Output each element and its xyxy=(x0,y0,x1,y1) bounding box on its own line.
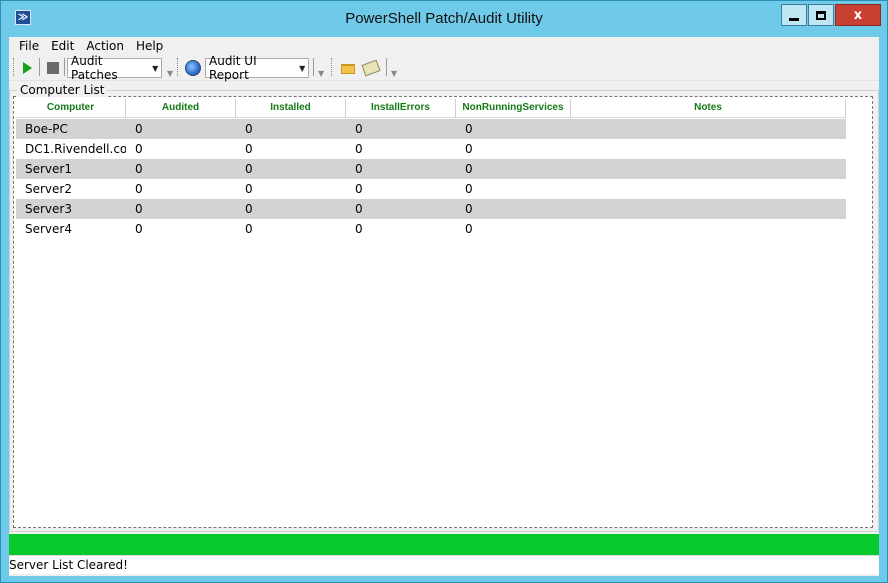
cell-installerrors[interactable]: 0 xyxy=(346,139,456,159)
cell-installed[interactable]: 0 xyxy=(236,179,346,199)
cell-computer[interactable]: Server1 xyxy=(16,159,126,179)
stop-icon xyxy=(47,62,59,74)
table-row[interactable]: Boe-PC 0 0 0 0 xyxy=(16,119,846,139)
menu-bar: File Edit Action Help xyxy=(9,37,879,55)
cell-audited[interactable]: 0 xyxy=(126,119,236,139)
paper-icon xyxy=(361,59,381,77)
client-area: File Edit Action Help Audit Patches ▼ ▼ … xyxy=(9,37,879,576)
table-row[interactable]: Server3 0 0 0 0 xyxy=(16,199,846,219)
cell-notes[interactable] xyxy=(571,139,846,159)
cell-installerrors[interactable]: 0 xyxy=(346,179,456,199)
column-header-nonrunningservices[interactable]: NonRunningServices xyxy=(456,99,571,118)
cell-installerrors[interactable]: 0 xyxy=(346,119,456,139)
report-combo-value: Audit UI Report xyxy=(209,54,257,82)
cell-installed[interactable]: 0 xyxy=(236,119,346,139)
cell-installerrors[interactable]: 0 xyxy=(346,199,456,219)
maximize-icon xyxy=(816,10,826,20)
overflow-icon[interactable]: ▼ xyxy=(391,69,397,89)
cell-notes[interactable] xyxy=(571,179,846,199)
column-header-audited[interactable]: Audited xyxy=(126,99,236,118)
title-bar[interactable]: ≫ PowerShell Patch/Audit Utility x xyxy=(1,1,887,36)
globe-refresh-icon xyxy=(185,60,201,76)
mode-combo[interactable]: Audit Patches ▼ xyxy=(67,54,162,82)
close-button[interactable]: x xyxy=(835,4,881,26)
cell-installed[interactable]: 0 xyxy=(236,159,346,179)
column-header-notes[interactable]: Notes xyxy=(571,99,846,118)
cell-notes[interactable] xyxy=(571,119,846,139)
column-header-installed[interactable]: Installed xyxy=(236,99,346,118)
app-window: ≫ PowerShell Patch/Audit Utility x File … xyxy=(0,0,888,583)
column-header-installerrors[interactable]: InstallErrors xyxy=(346,99,456,118)
close-icon: x xyxy=(853,7,863,23)
cell-installerrors[interactable]: 0 xyxy=(346,219,456,239)
menu-edit[interactable]: Edit xyxy=(45,37,80,55)
cell-computer[interactable]: Server2 xyxy=(16,179,126,199)
computer-list-label: Computer List xyxy=(17,83,108,97)
computer-grid[interactable]: Computer Audited Installed InstallErrors… xyxy=(13,96,873,528)
table-row[interactable]: Server2 0 0 0 0 xyxy=(16,179,846,199)
cell-computer[interactable]: Server3 xyxy=(16,199,126,219)
report-button[interactable] xyxy=(185,58,201,78)
cell-notes[interactable] xyxy=(571,199,846,219)
computer-list-group: Computer Audited Installed InstallErrors… xyxy=(9,90,879,532)
cell-nonrunningservices[interactable]: 0 xyxy=(456,139,571,159)
chevron-down-icon[interactable]: ▼ xyxy=(150,64,162,73)
toolbar-separator xyxy=(64,58,65,76)
cell-nonrunningservices[interactable]: 0 xyxy=(456,159,571,179)
grid-header: Computer Audited Installed InstallErrors… xyxy=(16,99,846,118)
overflow-icon[interactable]: ▼ xyxy=(318,69,324,89)
status-bar: Server List Cleared! xyxy=(9,555,879,574)
grid-rows: Boe-PC 0 0 0 0 DC1.Rivendell.com 0 0 0 0 xyxy=(16,119,846,239)
toolbar-separator xyxy=(313,58,314,76)
table-row[interactable]: Server4 0 0 0 0 xyxy=(16,219,846,239)
menu-action[interactable]: Action xyxy=(80,37,130,55)
cell-installed[interactable]: 0 xyxy=(236,139,346,159)
column-header-computer[interactable]: Computer xyxy=(16,99,126,118)
cell-notes[interactable] xyxy=(571,219,846,239)
table-row[interactable]: Server1 0 0 0 0 xyxy=(16,159,846,179)
toolbar-separator xyxy=(386,58,387,76)
cell-audited[interactable]: 0 xyxy=(126,219,236,239)
toolbar-separator xyxy=(39,58,40,76)
run-button[interactable] xyxy=(23,58,32,78)
cell-nonrunningservices[interactable]: 0 xyxy=(456,199,571,219)
chevron-down-icon[interactable]: ▼ xyxy=(296,64,308,73)
toolbar-grip[interactable] xyxy=(331,58,334,76)
overflow-icon[interactable]: ▼ xyxy=(167,69,173,89)
window-title: PowerShell Patch/Audit Utility xyxy=(345,10,543,27)
cell-nonrunningservices[interactable]: 0 xyxy=(456,119,571,139)
minimize-icon xyxy=(789,17,799,21)
cell-computer[interactable]: Server4 xyxy=(16,219,126,239)
play-icon xyxy=(23,62,32,74)
status-text: Server List Cleared! xyxy=(9,558,128,572)
cell-computer[interactable]: DC1.Rivendell.com xyxy=(16,139,126,159)
cell-nonrunningservices[interactable]: 0 xyxy=(456,179,571,199)
cell-audited[interactable]: 0 xyxy=(126,199,236,219)
table-row[interactable]: DC1.Rivendell.com 0 0 0 0 xyxy=(16,139,846,159)
cell-installed[interactable]: 0 xyxy=(236,199,346,219)
toolbar-grip[interactable] xyxy=(177,58,180,76)
cell-installerrors[interactable]: 0 xyxy=(346,159,456,179)
mode-combo-value: Audit Patches xyxy=(71,54,118,82)
minimize-button[interactable] xyxy=(781,4,807,26)
cell-installed[interactable]: 0 xyxy=(236,219,346,239)
menu-file[interactable]: File xyxy=(13,37,45,55)
report-combo[interactable]: Audit UI Report ▼ xyxy=(205,54,309,82)
cell-nonrunningservices[interactable]: 0 xyxy=(456,219,571,239)
cell-audited[interactable]: 0 xyxy=(126,139,236,159)
cell-notes[interactable] xyxy=(571,159,846,179)
menu-help[interactable]: Help xyxy=(130,37,169,55)
maximize-button[interactable] xyxy=(808,4,834,26)
cell-audited[interactable]: 0 xyxy=(126,179,236,199)
open-button[interactable] xyxy=(341,58,355,78)
export-button[interactable] xyxy=(361,58,381,78)
toolbar: Audit Patches ▼ ▼ Audit UI Report ▼ ▼ ▼ xyxy=(9,54,879,82)
stop-button[interactable] xyxy=(47,58,59,78)
cell-audited[interactable]: 0 xyxy=(126,159,236,179)
cell-computer[interactable]: Boe-PC xyxy=(16,119,126,139)
window-controls: x xyxy=(780,4,881,26)
folder-icon xyxy=(341,64,355,74)
progress-bar xyxy=(9,534,879,555)
toolbar-grip[interactable] xyxy=(13,58,16,76)
